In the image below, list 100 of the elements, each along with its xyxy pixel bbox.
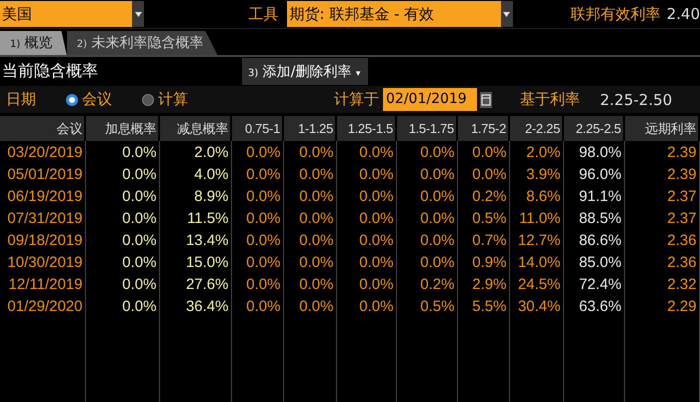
- table-cell: 0.0%: [231, 207, 283, 229]
- table-cell: 2.9%: [457, 273, 509, 295]
- table-cell: 2.32: [624, 273, 699, 295]
- column-header: 1.75-2: [457, 116, 509, 141]
- table-cell: 2.36: [624, 251, 699, 273]
- table-cell: 0.0%: [396, 207, 457, 229]
- table-cell: 03/20/2019: [0, 141, 85, 163]
- table-cell: 0.9%: [457, 251, 509, 273]
- table-cell: 01/29/2020: [0, 295, 85, 317]
- table-cell: 5.5%: [457, 295, 509, 317]
- table-cell: 8.9%: [159, 185, 231, 207]
- table-cell: 2.0%: [159, 141, 231, 163]
- base-rate-value: 2.25-2.50: [600, 90, 672, 108]
- date-label: 日期: [6, 90, 36, 109]
- table-cell: 91.1%: [563, 185, 624, 207]
- date-field[interactable]: 02/01/2019: [383, 88, 477, 111]
- table-cell: 0.0%: [231, 295, 283, 317]
- table-cell: 0.0%: [336, 251, 396, 273]
- table-cell: 0.0%: [231, 185, 283, 207]
- radio-button[interactable]: [66, 94, 78, 106]
- column-header: 1.5-1.75: [396, 116, 457, 141]
- table-cell: 85.0%: [563, 251, 624, 273]
- table-cell: 0.0%: [336, 295, 396, 317]
- column-header: 2.25-2.5: [563, 116, 624, 141]
- table-cell: 36.4%: [159, 295, 231, 317]
- table-cell: 15.0%: [159, 251, 231, 273]
- table-cell: 2.36: [624, 229, 699, 251]
- country-dropdown[interactable]: 美国: [0, 1, 144, 27]
- table-cell: 0.0%: [396, 229, 457, 251]
- radio-button[interactable]: [142, 94, 154, 106]
- table-cell: 0.0%: [336, 229, 396, 251]
- column-header: 加息概率: [85, 116, 159, 141]
- table-cell: 0.0%: [396, 251, 457, 273]
- caret-icon: [500, 1, 513, 27]
- instrument-label: 工具: [248, 4, 278, 24]
- table-cell: 0.0%: [283, 141, 336, 163]
- table-cell: 0.0%: [85, 295, 159, 317]
- table-cell: 0.0%: [283, 273, 336, 295]
- column-header: 2-2.25: [509, 116, 563, 141]
- table-cell: 0.5%: [457, 207, 509, 229]
- calc-date-label: 计算于: [334, 90, 379, 109]
- column-header: 减息概率: [159, 116, 231, 141]
- table-cell: 11.0%: [509, 207, 563, 229]
- caret-icon: [132, 1, 144, 27]
- radio-label[interactable]: 会议: [82, 90, 112, 109]
- table-cell: 0.0%: [396, 185, 457, 207]
- table-cell: 0.0%: [283, 229, 336, 251]
- table-cell: 0.0%: [231, 141, 283, 163]
- rate-label: 联邦有效利率: [570, 4, 661, 24]
- table-cell: 0.0%: [85, 251, 159, 273]
- table-cell: 24.5%: [509, 273, 563, 295]
- table-cell: 0.0%: [85, 163, 159, 185]
- table-cell: 06/19/2019: [0, 185, 85, 207]
- calendar-icon[interactable]: [480, 92, 492, 108]
- table-cell: 30.4%: [509, 295, 563, 317]
- table-cell: 0.7%: [457, 229, 509, 251]
- table-cell: 0.0%: [283, 163, 336, 185]
- rate-value: 2.40: [666, 5, 700, 23]
- table-cell: 2.39: [624, 163, 699, 185]
- table-cell: 96.0%: [563, 163, 624, 185]
- tab[interactable]: 1) 概览: [0, 31, 67, 55]
- table-cell: 0.0%: [85, 273, 159, 295]
- radio-label[interactable]: 计算: [158, 90, 188, 109]
- table-cell: 0.0%: [336, 185, 396, 207]
- section-title: 当前隐含概率: [2, 61, 98, 82]
- column-header: 1-1.25: [283, 116, 336, 141]
- table-cell: 0.0%: [336, 163, 396, 185]
- table-cell: 0.0%: [231, 273, 283, 295]
- table-cell: 88.5%: [563, 207, 624, 229]
- table-cell: 4.0%: [159, 163, 231, 185]
- table-cell: 98.0%: [563, 141, 624, 163]
- table-cell: 0.0%: [457, 163, 509, 185]
- table-cell: 0.0%: [336, 273, 396, 295]
- table-cell: 2.0%: [509, 141, 563, 163]
- column-header: 会议: [0, 116, 85, 141]
- table-cell: 63.6%: [563, 295, 624, 317]
- tab[interactable]: 2) 未来利率隐含概率: [66, 31, 218, 55]
- table-cell: 72.4%: [563, 273, 624, 295]
- table-cell: 2.37: [624, 207, 699, 229]
- column-header: 0.75-1: [231, 116, 283, 141]
- table-cell: 14.0%: [509, 251, 563, 273]
- table-cell: 0.0%: [396, 163, 457, 185]
- table-cell: 0.0%: [85, 185, 159, 207]
- add-remove-rates-button[interactable]: 3) 添加/删除利率 ▾: [242, 58, 368, 85]
- table-cell: 0.5%: [396, 295, 457, 317]
- table-cell: 0.0%: [85, 141, 159, 163]
- table-cell: 86.6%: [563, 229, 624, 251]
- table-cell: 3.9%: [509, 163, 563, 185]
- table-cell: 2.39: [624, 141, 699, 163]
- table-cell: 0.0%: [283, 295, 336, 317]
- table-cell: 0.0%: [85, 207, 159, 229]
- table-cell: 0.2%: [396, 273, 457, 295]
- column-header: 1.25-1.5: [336, 116, 396, 141]
- table-cell: 8.6%: [509, 185, 563, 207]
- table-cell: 05/01/2019: [0, 163, 85, 185]
- table-cell: 12.7%: [509, 229, 563, 251]
- table-cell: 0.0%: [231, 251, 283, 273]
- instrument-dropdown[interactable]: 期货: 联邦基金 - 有效: [287, 1, 513, 27]
- table-cell: 0.0%: [283, 185, 336, 207]
- table-cell: 10/30/2019: [0, 251, 85, 273]
